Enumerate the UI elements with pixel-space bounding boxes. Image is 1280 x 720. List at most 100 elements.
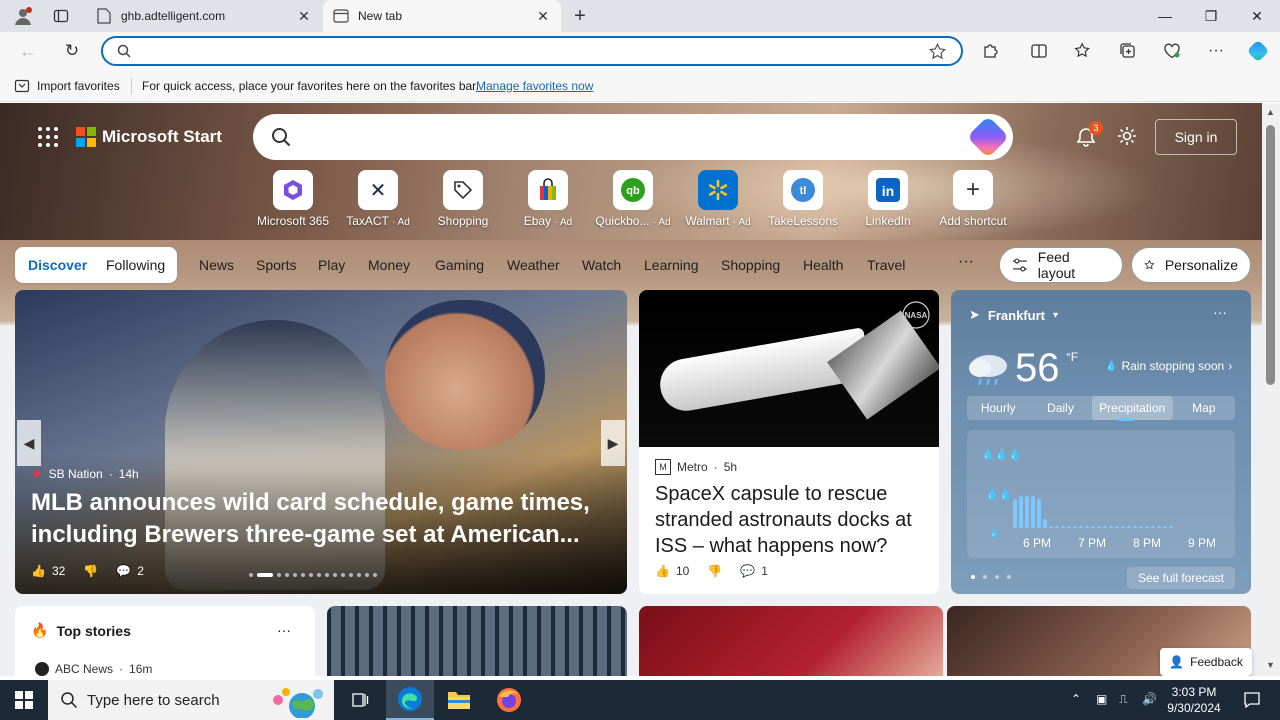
address-bar[interactable] bbox=[101, 36, 963, 66]
nav-sports[interactable]: Sports bbox=[256, 257, 296, 273]
import-favorites-button[interactable]: Import favorites bbox=[14, 78, 120, 94]
tab-following[interactable]: Following bbox=[106, 257, 165, 273]
carousel-prev-button[interactable]: ◀ bbox=[17, 420, 41, 466]
taskbar-clock[interactable]: 3:03 PM 9/30/2024 bbox=[1160, 684, 1228, 716]
nav-play[interactable]: Play bbox=[318, 257, 345, 273]
top-stories-more-button[interactable]: ··· bbox=[277, 622, 291, 638]
weather-card[interactable]: ➤ Frankfurt ▾ ··· 56 °F 💧 Rain stopping … bbox=[951, 290, 1251, 594]
carousel-dot[interactable] bbox=[285, 573, 289, 577]
tab-hourly[interactable]: Hourly bbox=[967, 396, 1029, 420]
carousel-dot[interactable] bbox=[293, 573, 297, 577]
profile-button[interactable] bbox=[8, 0, 38, 32]
story-card[interactable] bbox=[639, 606, 943, 676]
shortcut-ebay[interactable]: Ebay · Ad bbox=[508, 170, 588, 230]
gear-icon[interactable] bbox=[1116, 125, 1138, 147]
extensions-button[interactable] bbox=[976, 36, 1006, 66]
nav-more-button[interactable]: ··· bbox=[958, 253, 974, 271]
scrollbar-thumb[interactable] bbox=[1266, 125, 1275, 385]
tab-adtelligent[interactable]: ghb.adtelligent.com ✕ bbox=[86, 0, 322, 32]
web-search-box[interactable] bbox=[253, 114, 1013, 160]
weather-more-button[interactable]: ··· bbox=[1213, 304, 1227, 320]
add-shortcut-button[interactable]: + Add shortcut bbox=[933, 170, 1013, 230]
new-tab-button[interactable]: + bbox=[566, 0, 594, 32]
collections-button[interactable] bbox=[1113, 36, 1143, 66]
shortcut-taxact[interactable]: ✕ TaxACT · Ad bbox=[338, 170, 418, 230]
copilot-icon[interactable] bbox=[966, 115, 1010, 159]
show-hidden-icons-button[interactable]: ⌃ bbox=[1071, 692, 1081, 706]
carousel-dot[interactable] bbox=[365, 573, 369, 577]
nav-watch[interactable]: Watch bbox=[582, 257, 621, 273]
settings-more-button[interactable]: ··· bbox=[1201, 36, 1231, 66]
sign-in-button[interactable]: Sign in bbox=[1155, 119, 1237, 155]
thumbs-down-icon[interactable]: 👎 bbox=[83, 564, 98, 578]
copilot-button[interactable] bbox=[1243, 36, 1273, 66]
nav-money[interactable]: Money bbox=[368, 257, 410, 273]
taskbar-edge[interactable] bbox=[386, 680, 434, 720]
device-icon[interactable]: ▣ bbox=[1096, 692, 1107, 706]
carousel-dot[interactable] bbox=[301, 573, 305, 577]
tab-new-tab[interactable]: New tab ✕ bbox=[323, 0, 561, 32]
refresh-button[interactable]: ↻ bbox=[57, 36, 87, 66]
hero-story-card[interactable]: ◀ ▶ ★ SB Nation · 14h MLB announces wild… bbox=[15, 290, 627, 594]
shortcut-quickbooks[interactable]: qb Quickbo... · Ad bbox=[593, 170, 673, 230]
favorite-star-icon[interactable] bbox=[929, 43, 946, 60]
carousel-dot[interactable] bbox=[257, 573, 273, 577]
nav-news[interactable]: News bbox=[199, 257, 234, 273]
top-stories-card[interactable]: 🔥 Top stories ··· ABC News · 16m bbox=[15, 606, 315, 676]
tab-discover[interactable]: Discover bbox=[28, 257, 87, 273]
story-headline[interactable]: MLB announces wild card schedule, game t… bbox=[31, 487, 591, 551]
restore-button[interactable]: ❐ bbox=[1188, 0, 1234, 32]
carousel-dot[interactable] bbox=[317, 573, 321, 577]
nav-travel[interactable]: Travel bbox=[867, 257, 905, 273]
brand-title[interactable]: Microsoft Start bbox=[102, 127, 222, 147]
personalize-button[interactable]: Personalize bbox=[1131, 247, 1251, 283]
split-screen-button[interactable] bbox=[1024, 36, 1054, 66]
close-tab-icon[interactable]: ✕ bbox=[296, 8, 312, 25]
shortcut-walmart[interactable]: Walmart · Ad bbox=[678, 170, 758, 230]
comment-icon[interactable]: 💬 bbox=[116, 564, 131, 578]
page-scrollbar[interactable]: ▲ ▼ bbox=[1262, 103, 1280, 676]
weather-condition[interactable]: 💧 Rain stopping soon › bbox=[1105, 359, 1232, 373]
carousel-dot[interactable] bbox=[333, 573, 337, 577]
close-window-button[interactable]: ✕ bbox=[1234, 0, 1280, 32]
carousel-next-button[interactable]: ▶ bbox=[601, 420, 625, 466]
taskbar-firefox[interactable] bbox=[485, 680, 533, 720]
carousel-dot[interactable] bbox=[277, 573, 281, 577]
comment-icon[interactable]: 💬 bbox=[740, 564, 755, 578]
source-name[interactable]: Metro bbox=[677, 460, 708, 474]
start-button[interactable] bbox=[0, 680, 48, 720]
nav-shopping[interactable]: Shopping bbox=[721, 257, 780, 273]
browser-essentials-button[interactable] bbox=[1157, 36, 1187, 66]
weather-location[interactable]: ➤ Frankfurt ▾ bbox=[969, 307, 1058, 323]
shortcut-microsoft-365[interactable]: Microsoft 365 bbox=[253, 170, 333, 230]
carousel-dot[interactable] bbox=[325, 573, 329, 577]
carousel-dot[interactable] bbox=[249, 573, 253, 577]
shortcut-linkedin[interactable]: in LinkedIn bbox=[848, 170, 928, 230]
carousel-dot[interactable] bbox=[349, 573, 353, 577]
address-input[interactable] bbox=[139, 42, 899, 60]
web-search-input[interactable] bbox=[301, 126, 961, 148]
thumbs-up-icon[interactable]: 👍 bbox=[31, 564, 46, 578]
feed-layout-button[interactable]: Feed layout bbox=[999, 247, 1123, 283]
tab-map[interactable]: Map bbox=[1173, 396, 1235, 420]
taskbar-search-box[interactable]: Type here to search bbox=[48, 680, 334, 720]
source-name[interactable]: SB Nation bbox=[49, 467, 103, 481]
nav-health[interactable]: Health bbox=[803, 257, 843, 273]
close-tab-icon[interactable]: ✕ bbox=[535, 8, 551, 25]
back-button[interactable]: ← bbox=[13, 36, 43, 66]
feedback-button[interactable]: 👤 Feedback bbox=[1160, 648, 1252, 676]
story-card[interactable] bbox=[327, 606, 627, 676]
tab-daily[interactable]: Daily bbox=[1029, 396, 1091, 420]
thumbs-down-icon[interactable]: 👎 bbox=[707, 564, 722, 578]
see-full-forecast-button[interactable]: See full forecast bbox=[1127, 567, 1235, 589]
nav-weather[interactable]: Weather bbox=[507, 257, 560, 273]
tab-precipitation[interactable]: Precipitation bbox=[1091, 396, 1173, 421]
shortcut-shopping[interactable]: Shopping bbox=[423, 170, 503, 230]
nav-gaming[interactable]: Gaming bbox=[435, 257, 484, 273]
source-name[interactable]: ABC News bbox=[55, 662, 113, 676]
carousel-dot[interactable] bbox=[341, 573, 345, 577]
task-view-button[interactable] bbox=[336, 680, 384, 720]
minimize-button[interactable]: — bbox=[1142, 0, 1188, 32]
temperature-unit[interactable]: °F bbox=[1066, 350, 1078, 364]
favorites-button[interactable] bbox=[1068, 36, 1098, 66]
